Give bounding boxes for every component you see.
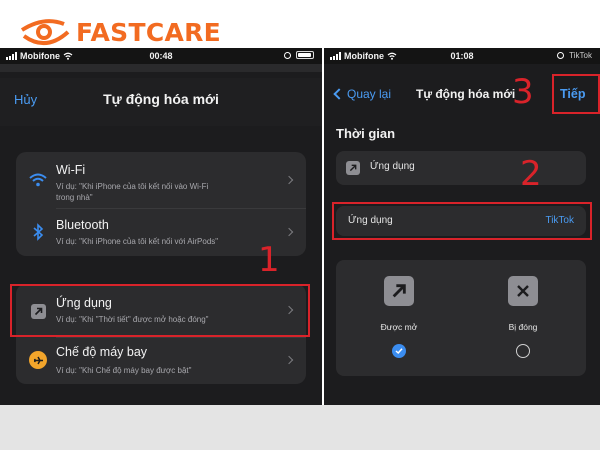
nav-bar: Hủy Tự động hóa mới [0,78,322,126]
app-arrow-icon [346,161,360,175]
highlight-box-app-trigger [10,284,310,337]
status-bar: Mobifone 00:48 [0,48,322,64]
option-closed[interactable]: Bị đóng [478,276,568,358]
brand-name: FASTCARE [76,17,222,47]
chevron-right-icon [284,227,294,237]
section-title: Thời gian [336,126,396,141]
trigger-title: Chế độ máy bay [56,345,148,359]
trigger-subtitle: Ví dụ: "Khi iPhone của tôi kết nối với A… [56,237,219,246]
option-opened[interactable]: Được mở [354,276,444,358]
right-phone-screen: Mobifone 01:08 TikTok Quay lại Tự động h… [324,48,600,406]
status-app-tag: TikTok [569,51,592,60]
sheet-grabber [0,64,322,72]
trigger-wifi[interactable]: Wi-Fi Ví dụ: "Khi iPhone của tôi kết nối… [16,152,306,208]
checkmark-selected-icon[interactable] [392,344,406,358]
trigger-airplane-mode[interactable]: Chế độ máy bay Ví dụ: "Khi Chế độ máy ba… [16,338,306,384]
bottom-band [0,405,600,450]
battery-icon [296,51,314,59]
option-label: Bị đóng [508,322,538,332]
trigger-subtitle: Ví dụ: "Khi Chế độ máy bay được bật" [56,366,192,375]
wifi-icon [28,170,48,190]
open-close-options: Được mở Bị đóng [336,260,586,376]
trigger-title: Wi-Fi [56,163,86,177]
trigger-subtitle-line: trong nhà" [56,193,93,202]
step-number-1: 1 [258,240,280,280]
bluetooth-icon [28,222,48,242]
airplane-icon [28,350,48,370]
chevron-left-icon [333,88,345,100]
back-label: Quay lại [347,87,392,101]
trigger-subtitle-line: Ví dụ: "Khi iPhone của tôi kết nối vào W… [56,182,209,191]
status-bar: Mobifone 01:08 TikTok [324,48,600,64]
page-title: Tự động hóa mới [103,91,219,107]
close-app-icon [508,276,538,306]
highlight-box-next [552,74,600,114]
page-title: Tự động hóa mới [416,87,516,101]
app-type-label: Ứng dụng [370,161,415,172]
radio-unselected-icon[interactable] [516,344,530,358]
back-button[interactable]: Quay lại [332,87,391,101]
option-label: Được mở [380,322,418,332]
orientation-lock-icon [557,52,565,59]
brand-logo: FASTCARE [18,14,221,50]
status-time: 00:48 [149,51,173,61]
trigger-subtitle: Ví dụ: "Khi iPhone của tôi kết nối vào W… [56,181,208,203]
chevron-right-icon [284,355,294,365]
left-phone-screen: Mobifone 00:48 Hủy Tự động hóa mới Wi-Fi… [0,48,322,406]
app-arrow-icon [384,276,414,306]
step-number-2: 2 [520,154,542,194]
orientation-lock-icon [284,51,291,59]
step-number-3: 3 [512,72,534,112]
highlight-box-selection [332,202,592,240]
trigger-title: Bluetooth [56,218,109,232]
logo-mark-icon [18,14,74,50]
chevron-right-icon [284,175,294,185]
app-type-row[interactable]: Ứng dụng [336,151,586,185]
